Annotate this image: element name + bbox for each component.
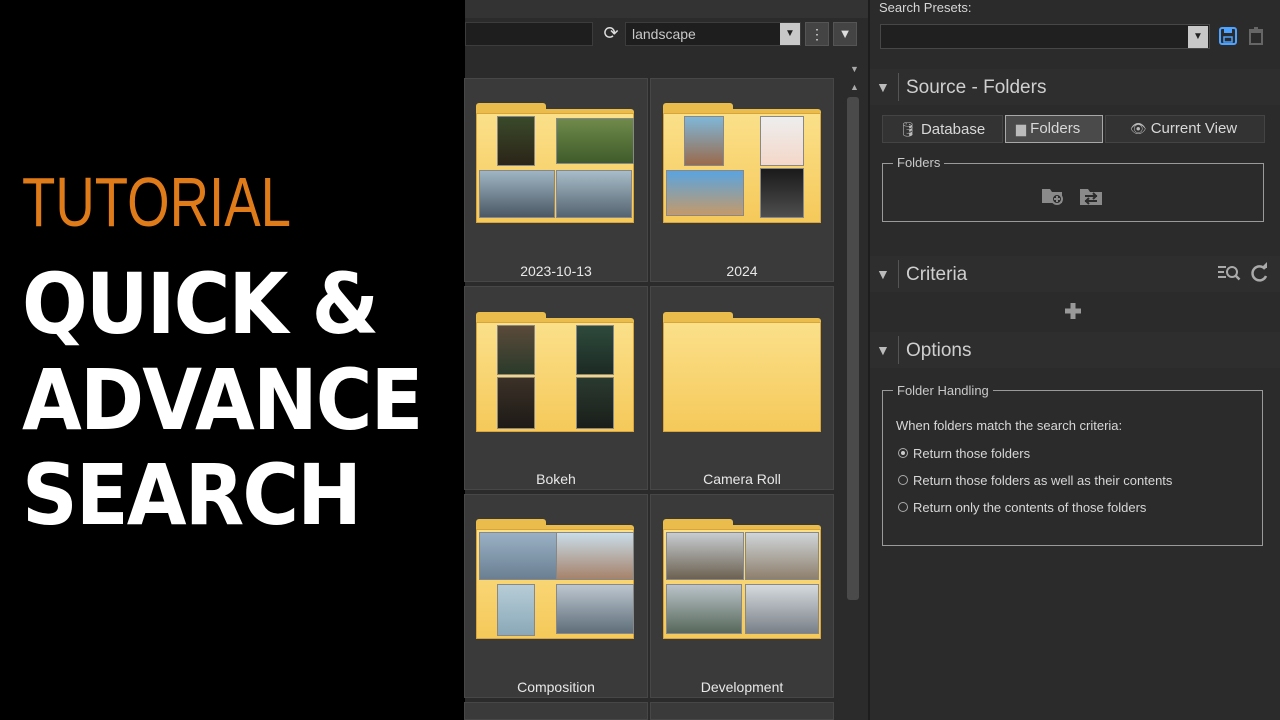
divider bbox=[898, 73, 899, 101]
add-folder-icon[interactable] bbox=[1040, 185, 1066, 207]
source-section-title: Source - Folders bbox=[906, 77, 1047, 98]
folder-label: 2023-10-13 bbox=[520, 263, 592, 279]
search-presets-label: Search Presets: bbox=[879, 0, 972, 15]
radio-return-folders-and-contents[interactable] bbox=[898, 475, 908, 485]
radio-return-contents-only[interactable] bbox=[898, 502, 908, 512]
divider bbox=[898, 260, 899, 288]
collapse-arrow-icon[interactable]: ▼ bbox=[876, 79, 890, 95]
preset-dropdown-button[interactable]: ▼ bbox=[1188, 26, 1208, 48]
refresh-icon[interactable]: ⟳ bbox=[600, 22, 622, 44]
keyword-combo[interactable]: landscape bbox=[625, 22, 801, 46]
eye-icon: 👁 bbox=[1130, 121, 1147, 136]
options-section-title: Options bbox=[906, 340, 972, 361]
add-criteria-icon[interactable] bbox=[1063, 301, 1083, 321]
radio-label[interactable]: Return those folders as well as their co… bbox=[913, 473, 1172, 488]
switch-folders-icon[interactable] bbox=[1078, 185, 1104, 207]
browser-top-strip bbox=[465, 0, 868, 18]
save-icon[interactable] bbox=[1218, 25, 1238, 47]
quick-search-input[interactable] bbox=[465, 22, 593, 46]
search-criteria-icon[interactable] bbox=[1216, 262, 1242, 284]
title-line-advance: ADVANCE bbox=[22, 351, 423, 449]
trash-icon[interactable] bbox=[1246, 25, 1266, 47]
reset-icon[interactable] bbox=[1248, 262, 1270, 284]
more-options-icon[interactable]: ⋮ bbox=[805, 22, 829, 46]
folder-label: Camera Roll bbox=[703, 471, 781, 487]
folder-icon bbox=[476, 113, 634, 223]
folder-label: 2024 bbox=[726, 263, 758, 279]
collapse-arrow-icon[interactable]: ▼ bbox=[876, 342, 890, 358]
database-tab-label: Database bbox=[920, 121, 986, 138]
collapse-arrow-icon[interactable]: ▼ bbox=[876, 266, 890, 282]
scroll-menu-icon[interactable]: ▼ bbox=[850, 64, 859, 74]
scroll-thumb[interactable] bbox=[847, 97, 859, 600]
folder-handling-title: Folder Handling bbox=[893, 383, 993, 398]
scroll-up-icon[interactable]: ▲ bbox=[850, 82, 859, 92]
divider bbox=[898, 336, 899, 364]
criteria-section-title: Criteria bbox=[906, 264, 968, 285]
folders-group bbox=[882, 163, 1264, 222]
current-view-tab-label: Current View bbox=[1150, 120, 1238, 137]
title-line-quick: QUICK & bbox=[22, 255, 379, 353]
folder-label: Development bbox=[700, 679, 784, 695]
radio-label[interactable]: Return those folders bbox=[913, 446, 1030, 461]
browser-header-strip bbox=[465, 50, 868, 78]
tutorial-label: TUTORIAL bbox=[22, 163, 292, 241]
database-tab[interactable]: 🛢 Database bbox=[882, 115, 1003, 143]
folders-tab-label: Folders bbox=[1030, 120, 1081, 137]
folder-label: Composition bbox=[517, 679, 595, 695]
combo-dropdown-button[interactable]: ▼ bbox=[780, 23, 800, 45]
title-line-search: SEARCH bbox=[22, 446, 362, 544]
folder-label: Bokeh bbox=[536, 471, 576, 487]
search-presets-combo[interactable] bbox=[880, 24, 1210, 49]
folder-icon bbox=[663, 113, 821, 223]
radio-label[interactable]: Return only the contents of those folder… bbox=[913, 500, 1146, 515]
current-view-tab[interactable]: 👁 Current View bbox=[1105, 115, 1265, 143]
folder-tile-partial[interactable] bbox=[464, 702, 648, 720]
folder-icon bbox=[476, 322, 634, 432]
folder-tile-partial[interactable] bbox=[650, 702, 834, 720]
radio-return-folders[interactable] bbox=[898, 448, 908, 458]
filter-icon[interactable]: ▼ bbox=[833, 22, 857, 46]
match-criteria-text: When folders match the search criteria: bbox=[896, 418, 1123, 433]
folders-tab[interactable]: ▆ Folders bbox=[1005, 115, 1103, 143]
folder-handling-group bbox=[882, 390, 1263, 546]
folder-icon bbox=[663, 529, 821, 639]
database-icon: 🛢 bbox=[899, 121, 917, 137]
folder-icon bbox=[663, 322, 821, 432]
folder-icon bbox=[476, 529, 634, 639]
folders-group-title: Folders bbox=[893, 155, 945, 170]
folder-tab-icon: ▆ bbox=[1016, 121, 1026, 136]
